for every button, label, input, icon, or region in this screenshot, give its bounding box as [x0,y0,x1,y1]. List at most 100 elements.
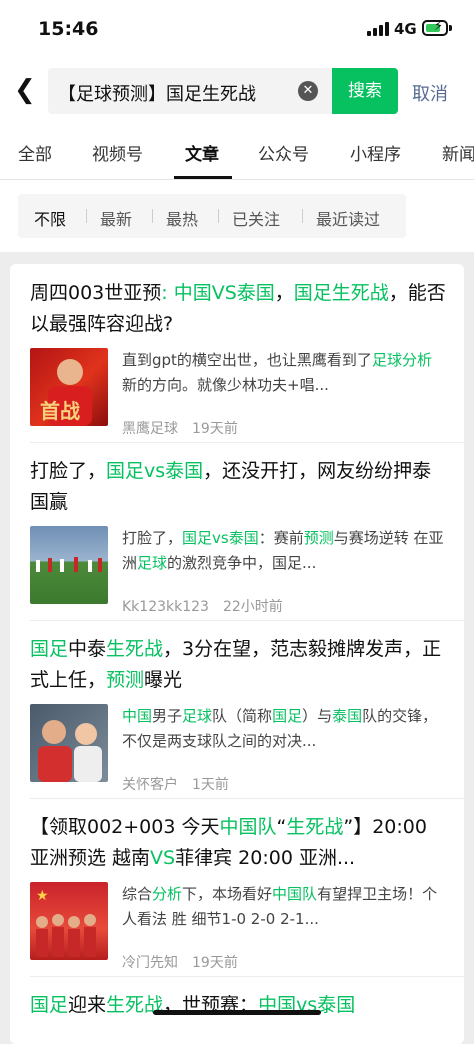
article-title[interactable]: 打脸了，国足vs泰国，还没开打，网友纷纷押泰国赢 [30,456,448,518]
tab-channels[interactable]: 视频号 [92,140,143,165]
cancel-button[interactable]: 取消 [412,80,448,106]
article-card[interactable]: 【领取002+003 今天中国队“生死战”】20:00 亚洲预选 越南VS菲律宾… [30,812,448,982]
text-segment: 中泰 [68,638,107,660]
article-meta: 黑鹰足球 19天前 [122,418,252,438]
highlighted-keyword: 国足 [30,994,69,1016]
article-snippet: 直到gpt的横空出世，也让黑鹰看到了足球分析新的方向。就像少林功夫+唱... [122,348,444,398]
article-card[interactable]: 周四003世亚预: 中国VS泰国，国足生死战，能否以最强阵容迎战? 首战 直到g… [30,278,448,446]
text-segment: 队（简称 [212,707,273,725]
clear-icon[interactable]: ✕ [298,81,318,101]
highlighted-keyword: 足球 [182,707,213,725]
article-title[interactable]: 国足迎来生死战，世预赛：中国vs泰国 [30,990,448,1021]
divider [30,976,464,977]
article-time: 22小时前 [222,599,283,615]
text-segment: 的激烈竞争中，国足... [167,554,317,572]
text-segment: 打脸了， [122,529,183,547]
filter-recently-read[interactable]: 最近读过 [316,206,380,230]
filter-followed[interactable]: 已关注 [232,206,280,230]
article-card[interactable]: 国足中泰生死战，3分在望，范志毅摊牌发声，正式上任，预测曝光 中国男子足球队（简… [30,634,448,794]
filter-bar: 不限 最新 最热 已关注 最近读过 [0,180,474,252]
text-segment: ：赛前 [258,529,304,547]
article-source[interactable]: 冷门先知 [122,955,178,971]
text-segment: 【领取002+003 今天 [30,816,220,838]
filter-divider [218,209,219,223]
article-source[interactable]: 关怀客户 [122,777,178,793]
text-segment: 直到gpt的横空出世，也让黑鹰看到了 [122,351,372,369]
highlighted-keyword: 国足生死战 [293,282,389,304]
divider [30,798,464,799]
search-header: ❮ 【足球预测】国足生死战 ✕ 搜索 取消 [0,58,474,124]
highlighted-keyword: VS [150,847,176,869]
highlighted-keyword: 国足 [272,707,303,725]
article-time: 1天前 [192,777,229,793]
text-segment: 男子 [152,707,183,725]
tab-articles[interactable]: 文章 [185,140,219,165]
article-meta: 关怀客户 1天前 [122,774,243,794]
article-snippet: 综合分析下，本场看好中国队有望捍卫主场！个人看法 胜 细节1-0 2-0 2-1… [122,882,444,932]
home-indicator [153,1010,321,1015]
svg-text:★: ★ [36,888,49,904]
filter-divider [86,209,87,223]
filter-hottest[interactable]: 最热 [166,206,198,230]
article-source[interactable]: Kk123kk123 [122,599,209,615]
results-list: 周四003世亚预: 中国VS泰国，国足生死战，能否以最强阵容迎战? 首战 直到g… [10,264,464,1044]
article-title[interactable]: 周四003世亚预: 中国VS泰国，国足生死战，能否以最强阵容迎战? [30,278,448,340]
article-thumbnail [30,526,108,604]
text-segment: 周四003世亚预 [30,282,162,304]
text-segment: 曝光 [144,669,183,691]
highlighted-keyword: : 中国VS泰国 [161,282,275,304]
article-title[interactable]: 【领取002+003 今天中国队“生死战”】20:00 亚洲预选 越南VS菲律宾… [30,812,448,874]
article-time: 19天前 [192,955,238,971]
filter-all[interactable]: 不限 [34,206,66,230]
article-card[interactable]: 打脸了，国足vs泰国，还没开打，网友纷纷押泰国赢 打脸了，国足vs泰国：赛前预测… [30,456,448,615]
divider [30,620,464,621]
article-time: 19天前 [192,421,238,437]
highlighted-keyword: 国足vs泰国 [182,529,259,547]
tab-mini-programs[interactable]: 小程序 [350,140,401,165]
search-input[interactable]: 【足球预测】国足生死战 ✕ [48,68,332,114]
highlighted-keyword: 足球分析 [371,351,432,369]
battery-icon: ⚡ [422,19,448,36]
divider [30,442,464,443]
article-source[interactable]: 黑鹰足球 [122,421,178,437]
article-title[interactable]: 国足中泰生死战，3分在望，范志毅摊牌发声，正式上任，预测曝光 [30,634,448,696]
text-segment: ， [274,282,294,304]
active-tab-indicator [174,176,232,179]
network-label: 4G [394,20,417,38]
article-meta: Kk123kk123 22小时前 [122,596,297,616]
text-segment: 下，本场看好 [182,885,273,903]
highlighted-keyword: 国足vs泰国 [106,460,204,482]
filter-latest[interactable]: 最新 [100,206,132,230]
article-snippet: 打脸了，国足vs泰国：赛前预测与赛场逆转 在亚洲足球的激烈竞争中，国足... [122,526,444,576]
status-bar: 15:46 4G ⚡ [0,0,474,58]
search-button[interactable]: 搜索 [332,68,398,114]
text-segment: 菲律宾 20:00 亚洲... [175,847,356,869]
text-segment: 新的方向。就像少林功夫+唱... [122,376,329,394]
text-segment: “ [276,816,287,838]
filter-chips: 不限 最新 最热 已关注 最近读过 [18,194,406,238]
category-tabs: 全部 视频号 文章 公众号 小程序 新闻 [0,124,474,180]
highlighted-keyword: 预测 [106,669,145,691]
article-meta: 冷门先知 19天前 [122,952,252,972]
highlighted-keyword: 足球 [137,554,168,572]
highlighted-keyword: 分析 [152,885,183,903]
article-thumbnail: 首战 [30,348,108,426]
tab-official-accounts[interactable]: 公众号 [258,140,309,165]
highlighted-keyword: 中国队 [272,885,318,903]
search-query[interactable]: 【足球预测】国足生死战 [58,80,286,106]
text-segment: 打脸了， [30,460,107,482]
tab-all[interactable]: 全部 [18,140,52,165]
filter-divider [152,209,153,223]
svg-text:首战: 首战 [40,399,80,423]
tab-news[interactable]: 新闻 [442,140,474,165]
highlighted-keyword: 中国队 [219,816,277,838]
text-segment: 综合 [122,885,153,903]
highlighted-keyword: 国足 [30,638,69,660]
text-segment: ）与 [302,707,333,725]
highlighted-keyword: 泰国 [332,707,363,725]
text-segment: 迎来 [68,994,107,1016]
filter-divider [302,209,303,223]
article-thumbnail: ★ [30,882,108,960]
highlighted-keyword: 生死战 [106,638,164,660]
back-chevron-icon[interactable]: ❮ [14,76,38,104]
